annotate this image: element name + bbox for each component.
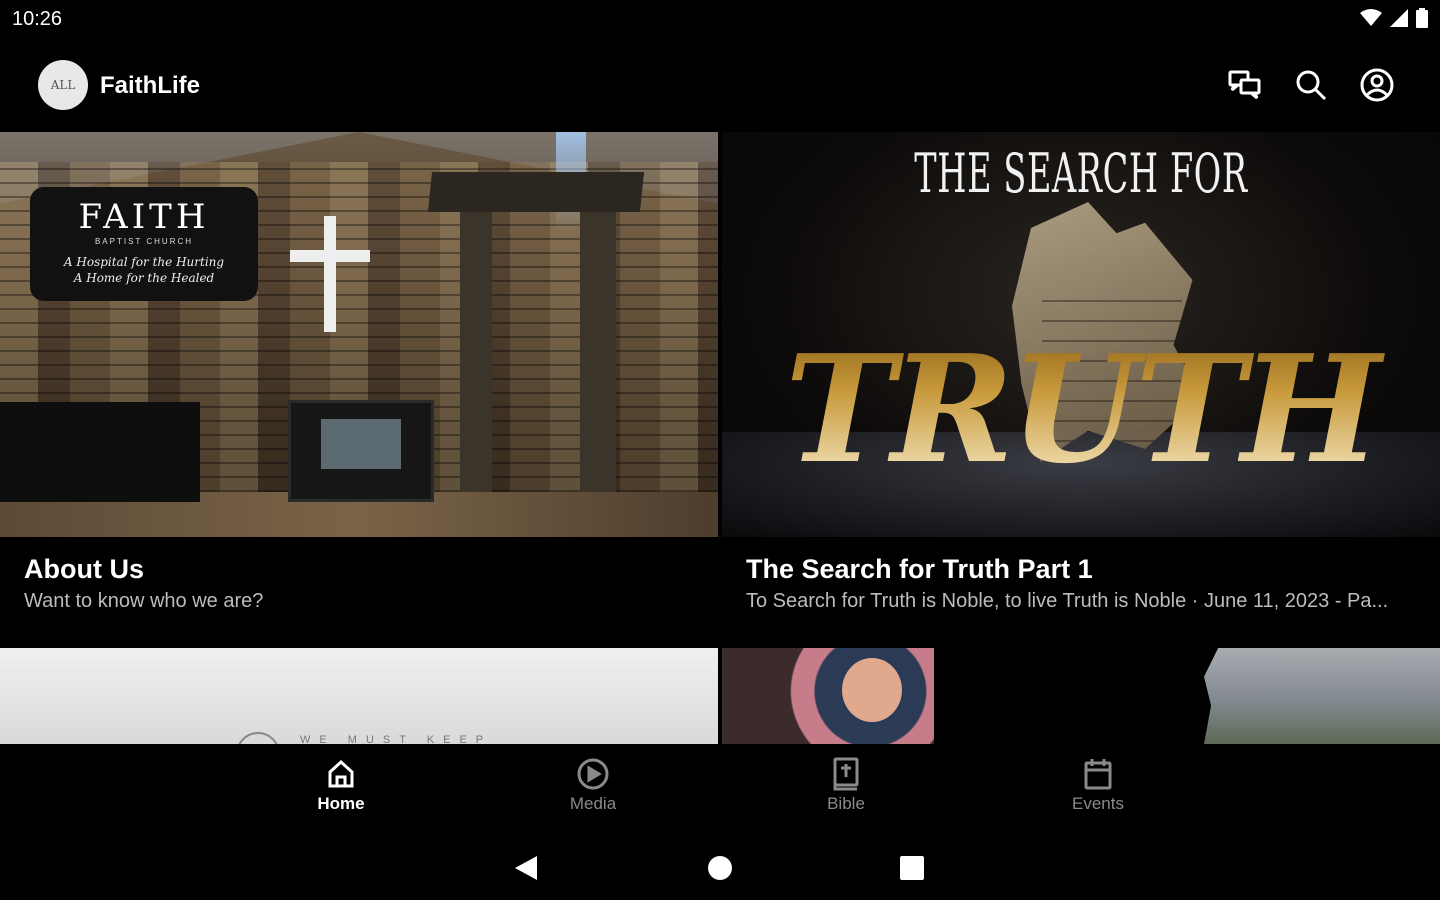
card-subtitle: Want to know who we are? [24, 590, 264, 612]
square-recents-icon [900, 856, 924, 880]
tab-label-events: Events [1072, 794, 1124, 813]
circle-home-icon [708, 856, 732, 880]
play-circle-icon [577, 758, 609, 790]
system-navigation-bar [0, 836, 1440, 900]
search-icon [1296, 70, 1327, 101]
sign-subtitle: BAPTIST CHURCH [94, 237, 194, 246]
chat-button[interactable] [1226, 66, 1264, 104]
church-logo[interactable]: ALL [38, 60, 88, 110]
image-top-text: THE SEARCH FOR [914, 142, 1248, 205]
card-partial-right[interactable] [722, 648, 1440, 744]
card-title: About Us [24, 554, 144, 584]
card-image-truth: THE SEARCH FOR TRUTH [722, 132, 1440, 537]
card-subtitle: To Search for Truth is Noble, to live Tr… [746, 590, 1389, 612]
search-button[interactable] [1292, 66, 1330, 104]
back-icon [515, 856, 537, 880]
card-image-stage: FAITH BAPTIST CHURCH A Hospital for the … [0, 132, 718, 537]
sky-photo [1204, 648, 1440, 744]
tab-events[interactable]: Events [1028, 756, 1168, 830]
tab-label-home: Home [317, 794, 365, 813]
app-bar: ALL FaithLife [0, 48, 1440, 124]
tab-home[interactable]: Home [271, 756, 411, 830]
cross-image [324, 216, 336, 332]
tab-bible[interactable]: Bible [776, 756, 916, 830]
back-button[interactable] [506, 850, 546, 886]
sign-line-2: A Home for the Healed [73, 271, 215, 285]
card-partial-left[interactable]: WE MUST KEEP [0, 648, 718, 744]
home-system-button[interactable] [700, 850, 740, 886]
chat-icon [1228, 70, 1261, 100]
status-icons [1360, 8, 1428, 28]
app-actions [1226, 66, 1396, 104]
bible-icon [833, 757, 859, 791]
tab-media[interactable]: Media [523, 756, 663, 830]
church-sign: FAITH BAPTIST CHURCH A Hospital for the … [30, 187, 258, 301]
tab-label-bible: Bible [827, 794, 865, 813]
signal-icon [1390, 9, 1408, 27]
account-button[interactable] [1358, 66, 1396, 104]
battery-icon [1416, 8, 1428, 28]
family-photo [722, 648, 934, 744]
card-title: The Search for Truth Part 1 [746, 554, 1093, 584]
tab-label-media: Media [569, 794, 617, 813]
wifi-icon [1360, 9, 1382, 26]
recents-button[interactable] [892, 850, 932, 886]
app-title: FaithLife [100, 72, 200, 99]
account-icon [1360, 68, 1394, 102]
partial-caption: WE MUST KEEP [300, 734, 493, 744]
card-about-us[interactable]: FAITH BAPTIST CHURCH A Hospital for the … [0, 132, 718, 647]
image-main-text: TRUTH [722, 322, 1440, 496]
home-icon [328, 759, 354, 788]
card-search-for-truth[interactable]: THE SEARCH FOR TRUTH The Search for Trut… [722, 132, 1440, 647]
status-time: 10:26 [12, 8, 63, 30]
bottom-navigation: Home Media Bible Events [0, 744, 1440, 836]
sign-title: FAITH [78, 197, 210, 237]
status-bar: 10:26 [0, 0, 1440, 40]
sign-line-1: A Hospital for the Hurting [63, 255, 225, 269]
calendar-icon [1084, 759, 1112, 790]
